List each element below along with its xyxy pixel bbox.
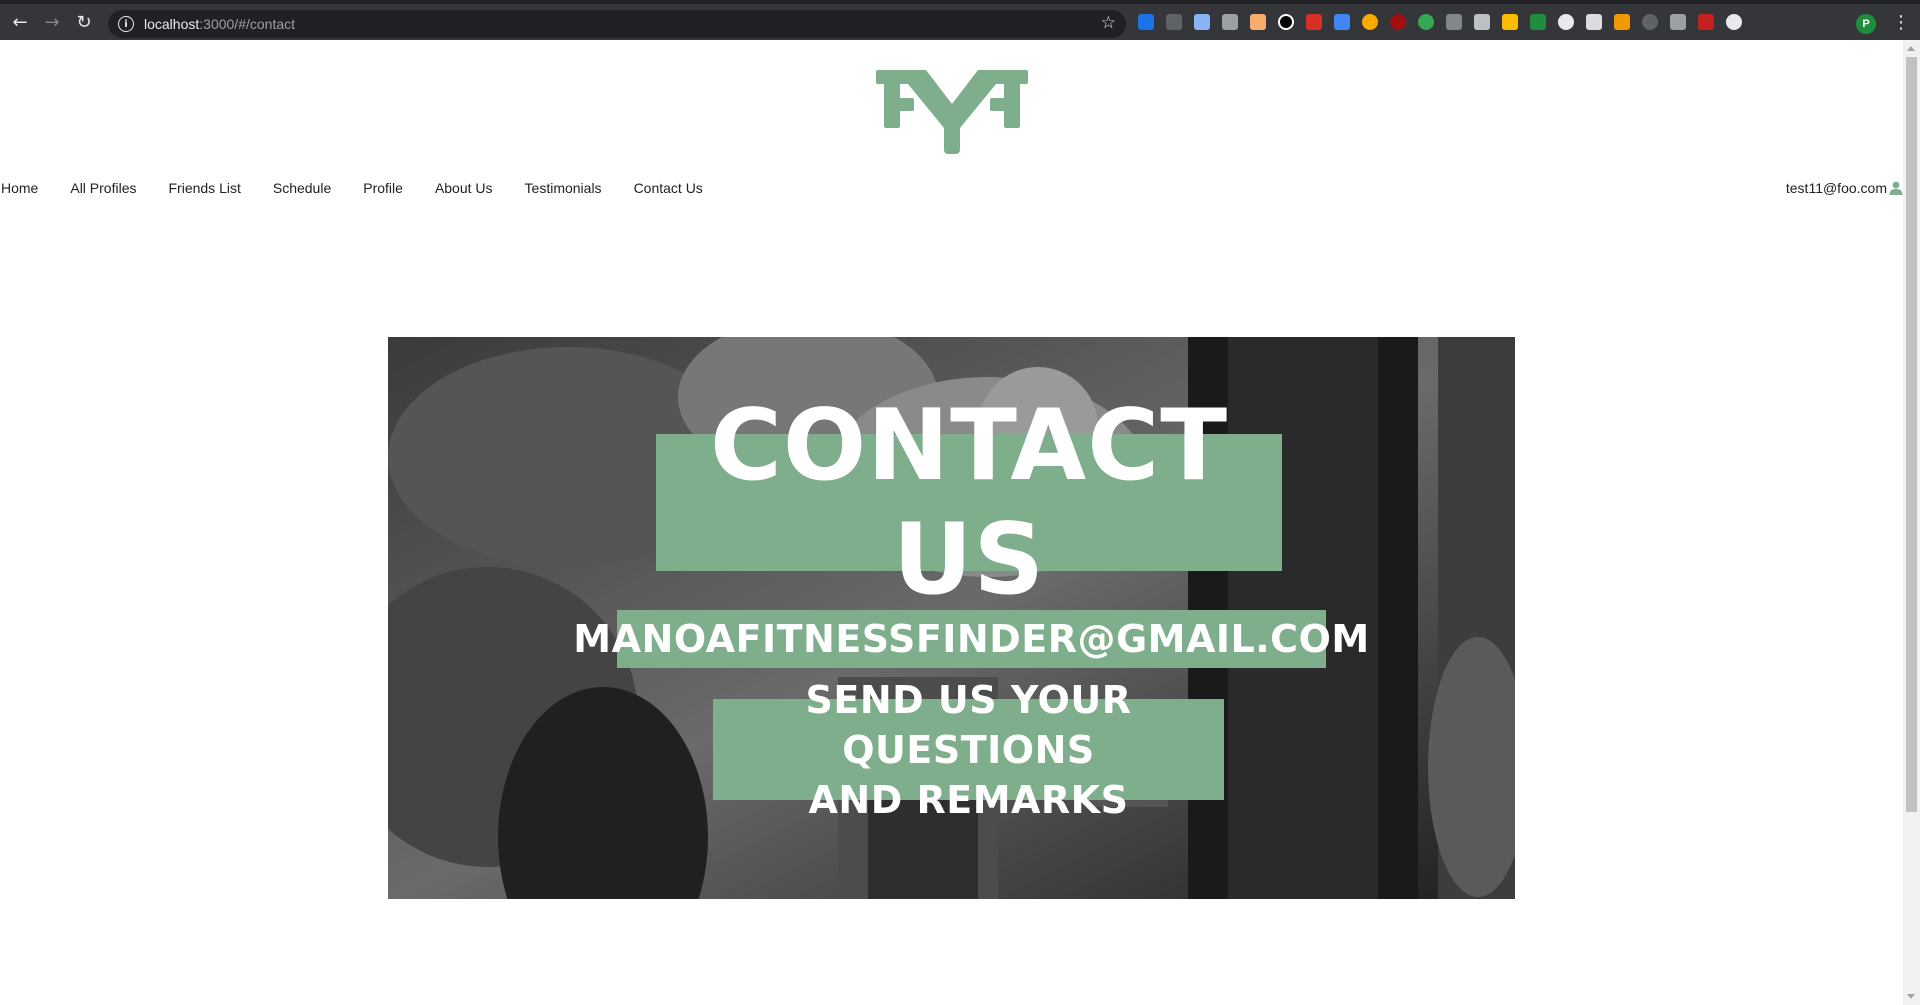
nav-friends-list[interactable]: Friends List [168, 180, 242, 196]
forward-arrow-icon[interactable]: → [40, 10, 64, 34]
extension-icon[interactable] [1726, 14, 1742, 30]
extension-icon[interactable] [1138, 14, 1154, 30]
nav-home[interactable]: Home [0, 180, 39, 196]
scroll-up-arrow-icon[interactable] [1907, 46, 1915, 51]
extensions-bar [1138, 14, 1742, 30]
contact-note: SEND US YOUR QUESTIONS AND REMARKS [713, 678, 1224, 822]
extension-icon[interactable] [1418, 14, 1434, 30]
address-bar[interactable]: i localhost:3000/#/contact ☆ [108, 10, 1126, 38]
extension-icon[interactable] [1698, 14, 1714, 30]
extension-icon[interactable] [1586, 14, 1602, 30]
nav-all-profiles[interactable]: All Profiles [69, 180, 137, 196]
contact-hero-image: CONTACT US MANOAFITNESSFINDER@GMAIL.COM … [388, 337, 1515, 899]
extension-icon[interactable] [1166, 14, 1182, 30]
extension-icon[interactable] [1558, 14, 1574, 30]
extension-icon[interactable] [1446, 14, 1462, 30]
extension-icon[interactable] [1194, 14, 1210, 30]
scrollbar-thumb[interactable] [1906, 57, 1917, 812]
fmf-logo[interactable] [876, 70, 1028, 154]
extension-icon[interactable] [1530, 14, 1546, 30]
extension-icon[interactable] [1222, 14, 1238, 30]
main-nav: Home All Profiles Friends List Schedule … [0, 173, 734, 203]
extension-icon[interactable] [1502, 14, 1518, 30]
scroll-down-arrow-icon[interactable] [1907, 994, 1915, 999]
user-icon[interactable] [1889, 181, 1903, 195]
nav-schedule[interactable]: Schedule [272, 180, 332, 196]
info-icon[interactable]: i [118, 16, 134, 32]
nav-contact-us[interactable]: Contact Us [633, 180, 704, 196]
url-host: localhost [144, 16, 200, 32]
back-arrow-icon[interactable]: ← [8, 10, 32, 34]
url-text: localhost:3000/#/contact [144, 16, 295, 32]
user-menu[interactable]: test11@foo.com [1786, 173, 1903, 203]
nav-profile[interactable]: Profile [362, 180, 404, 196]
extension-icon[interactable] [1278, 14, 1294, 30]
kebab-menu-icon[interactable]: ⋮ [1892, 12, 1910, 33]
contact-title: CONTACT US [656, 389, 1282, 617]
nav-testimonials[interactable]: Testimonials [524, 180, 603, 196]
reload-icon[interactable]: ↻ [72, 10, 96, 34]
extension-icon[interactable] [1642, 14, 1658, 30]
url-path: :3000/#/contact [199, 16, 296, 32]
nav-about-us[interactable]: About Us [434, 180, 494, 196]
vertical-scrollbar[interactable] [1903, 40, 1920, 1005]
extension-icon[interactable] [1670, 14, 1686, 30]
browser-toolbar: ← → ↻ i localhost:3000/#/contact ☆ P ⋮ [0, 0, 1920, 40]
contact-email: MANOAFITNESSFINDER@GMAIL.COM [573, 610, 1369, 668]
extension-icon[interactable] [1250, 14, 1266, 30]
extension-icon[interactable] [1362, 14, 1378, 30]
extension-icon[interactable] [1334, 14, 1350, 30]
extension-icon[interactable] [1390, 14, 1406, 30]
extension-icon[interactable] [1306, 14, 1322, 30]
extension-icon[interactable] [1614, 14, 1630, 30]
profile-avatar[interactable]: P [1856, 14, 1876, 34]
user-email[interactable]: test11@foo.com [1786, 180, 1887, 196]
bookmark-star-icon[interactable]: ☆ [1101, 13, 1116, 33]
extension-icon[interactable] [1474, 14, 1490, 30]
page-content: Home All Profiles Friends List Schedule … [0, 40, 1903, 1005]
